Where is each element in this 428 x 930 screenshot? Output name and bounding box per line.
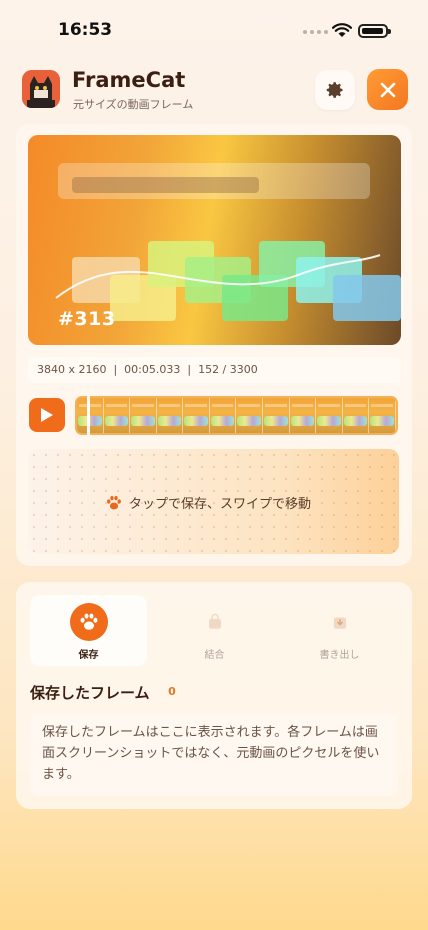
tap-hint: タップで保存、スワイプで移動: [105, 493, 311, 512]
timeline-thumbnail[interactable]: [369, 398, 396, 433]
paw-icon: [80, 613, 97, 630]
play-button[interactable]: [29, 398, 65, 432]
timeline-thumbnail[interactable]: [103, 398, 131, 433]
frame-preview[interactable]: #313: [28, 135, 401, 345]
frame-number: #313: [58, 308, 116, 330]
status-time: 16:53: [58, 20, 113, 40]
tab-export-label: 書き出し: [319, 650, 360, 661]
app-logo-icon: [22, 70, 60, 108]
play-icon: [41, 408, 53, 422]
tab-join[interactable]: 結合: [156, 595, 273, 666]
tab-join-label: 結合: [204, 650, 225, 661]
tap-hint-label: タップで保存、スワイプで移動: [129, 497, 312, 512]
wifi-icon: [332, 23, 352, 37]
timeline-thumbnail[interactable]: [156, 398, 184, 433]
status-bar: 16:53: [0, 0, 428, 58]
timeline-thumbnail[interactable]: [342, 398, 370, 433]
timeline-thumbnail[interactable]: [236, 398, 264, 433]
export-icon: [333, 617, 346, 629]
close-button[interactable]: [367, 69, 408, 110]
battery-icon: [358, 24, 391, 38]
timeline-thumbnail[interactable]: [130, 398, 157, 433]
gear-icon: [326, 82, 343, 98]
saved-count-badge: 0: [161, 681, 183, 702]
video-meta: 3840 x 2160 | 00:05.033 | 152 / 3300: [28, 357, 401, 383]
settings-button[interactable]: [315, 70, 355, 110]
paw-icon: [107, 495, 121, 509]
app-title: FrameCat: [72, 68, 186, 92]
timeline-thumbnail[interactable]: [289, 398, 317, 433]
timeline-thumbnail[interactable]: [316, 398, 343, 433]
bag-icon: [208, 613, 221, 629]
signal-dots-icon: [303, 30, 328, 34]
timeline-strip[interactable]: [75, 396, 398, 435]
tab-export-icon-wrap: [321, 603, 359, 641]
tab-save[interactable]: 保存: [30, 595, 147, 666]
tab-save-label: 保存: [78, 650, 99, 661]
timeline-thumbnail[interactable]: [183, 398, 210, 433]
timeline-thumbnail[interactable]: [263, 398, 290, 433]
saved-empty-message: 保存したフレームはここに表示されます。各フレームは画面スクリーンショットではなく…: [30, 713, 397, 796]
timeline-playhead[interactable]: [87, 396, 90, 435]
close-icon: [380, 82, 395, 97]
tab-export[interactable]: 書き出し: [281, 595, 398, 666]
app-subtitle: 元サイズの動画フレーム: [73, 98, 194, 111]
timeline-thumbnail[interactable]: [209, 398, 237, 433]
tab-join-icon-wrap: [196, 603, 234, 641]
tab-save-icon-wrap: [69, 603, 108, 641]
saved-frames-title: 保存したフレーム: [30, 684, 150, 702]
timeline-thumbnail[interactable]: [77, 398, 104, 433]
